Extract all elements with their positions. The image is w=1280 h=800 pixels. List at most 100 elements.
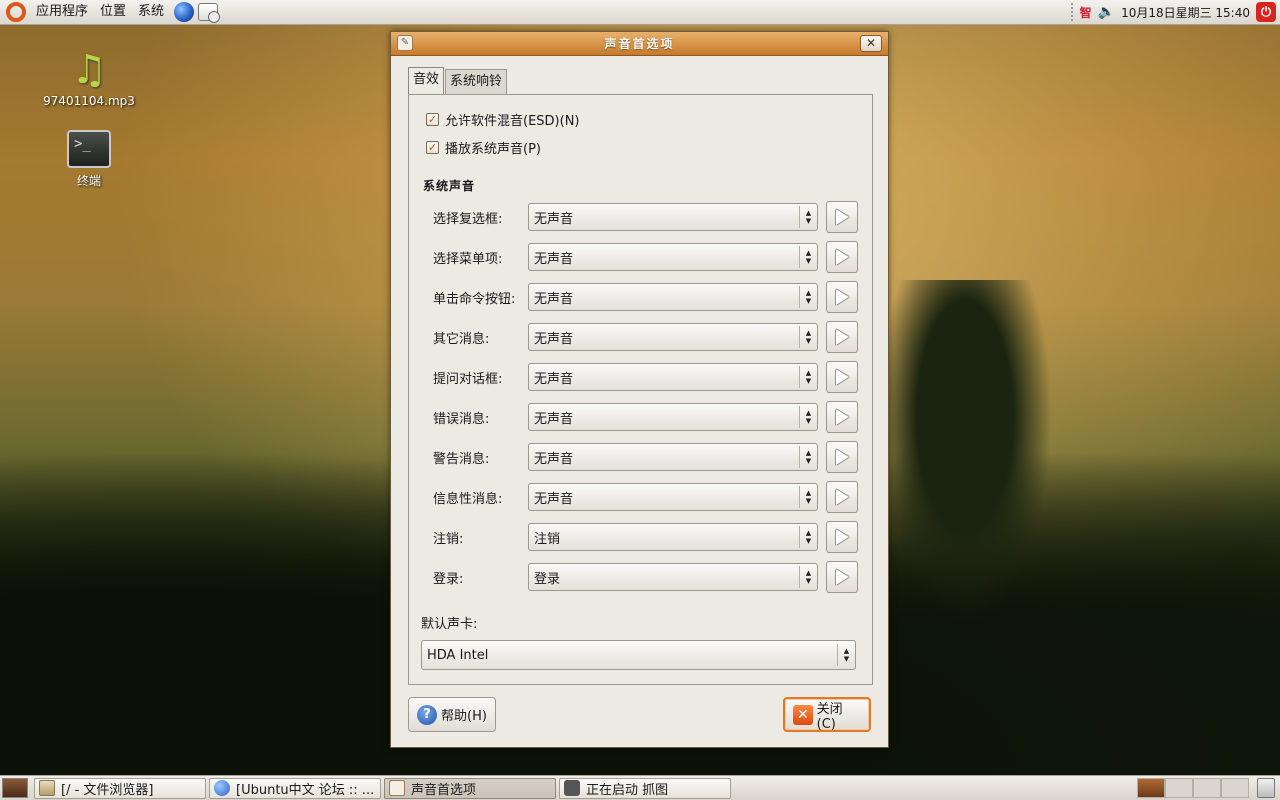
show-desktop-icon[interactable] [2, 778, 28, 798]
titlebar-close-button[interactable]: ✕ [860, 35, 882, 52]
play-icon [835, 369, 849, 385]
bottom-panel: [/ - 文件浏览器] [Ubuntu中文 论坛 :: ... 声音首选项 正在… [0, 775, 1280, 800]
help-icon: ? [417, 704, 437, 725]
dialog-titlebar[interactable]: ✎ 声音首选项 ✕ [391, 32, 888, 56]
input-method-icon[interactable]: 智 [1080, 4, 1092, 21]
play-button[interactable] [826, 241, 858, 273]
workspace-1[interactable] [1137, 778, 1165, 798]
sound-row: 选择复选框: 无声音 ▲ ▼ [433, 201, 858, 233]
menu-applications[interactable]: 应用程序 [30, 0, 94, 24]
workspace-4[interactable] [1221, 778, 1249, 798]
checkbox-label: 允许软件混音(ESD)(N) [445, 114, 580, 129]
task-file-browser[interactable]: [/ - 文件浏览器] [34, 777, 206, 799]
dialog-icon [389, 780, 405, 796]
folder-icon [39, 780, 55, 796]
select-value: 无声音 [534, 291, 574, 307]
power-icon[interactable]: ⏻ [1256, 2, 1276, 22]
help-button[interactable]: ? 帮助(H) [408, 697, 496, 732]
volume-icon[interactable]: 🔈 [1098, 4, 1115, 20]
sound-select[interactable]: 无声音 ▲ ▼ [528, 363, 818, 391]
sound-label: 信息性消息: [433, 491, 503, 507]
select-value: HDA Intel [427, 647, 489, 663]
select-value: 无声音 [534, 211, 574, 227]
select-value: 注销 [534, 531, 561, 547]
play-icon [835, 249, 849, 265]
spin-arrows-icon: ▲ ▼ [799, 326, 817, 348]
help-button-label: 帮助(H) [441, 709, 487, 724]
close-button[interactable]: ✕ 关闭(C) [783, 697, 871, 732]
sound-label: 选择菜单项: [433, 251, 503, 267]
sound-row: 提问对话框: 无声音 ▲ ▼ [433, 361, 858, 393]
play-system-sounds-checkbox[interactable]: ✓ [426, 141, 439, 154]
menu-system[interactable]: 系统 [132, 0, 170, 24]
sound-select[interactable]: 登录 ▲ ▼ [528, 563, 818, 591]
globe-icon [214, 780, 230, 796]
software-mixing-checkbox[interactable]: ✓ [426, 113, 439, 126]
tab-system-bell[interactable]: 系统响铃 [445, 69, 508, 94]
task-label: 声音首选项 [411, 782, 477, 798]
spin-arrows-icon: ▲ ▼ [837, 644, 855, 666]
play-button[interactable] [826, 281, 858, 313]
task-label: [Ubuntu中文 论坛 :: ... [236, 782, 375, 798]
workspace-3[interactable] [1193, 778, 1221, 798]
tab-sound-effects[interactable]: 音效 [408, 67, 445, 94]
ubuntu-logo-icon[interactable] [6, 2, 26, 22]
play-button[interactable] [826, 481, 858, 513]
mail-launcher-icon[interactable] [198, 3, 221, 23]
sound-select[interactable]: 注销 ▲ ▼ [528, 523, 818, 551]
sound-label: 单击命令按钮: [433, 291, 516, 307]
sound-label: 登录: [433, 571, 464, 587]
play-icon [835, 449, 849, 465]
default-card-select[interactable]: HDA Intel ▲ ▼ [421, 640, 856, 670]
tab-bar: 音效 系统响铃 [408, 67, 508, 94]
sound-select[interactable]: 无声音 ▲ ▼ [528, 283, 818, 311]
sound-label: 提问对话框: [433, 371, 503, 387]
top-panel: 应用程序 位置 系统 智 🔈 10月18日星期三 15:40 ⏻ [0, 0, 1280, 25]
sound-select[interactable]: 无声音 ▲ ▼ [528, 323, 818, 351]
workspace-2[interactable] [1165, 778, 1193, 798]
play-icon [835, 569, 849, 585]
task-browser[interactable]: [Ubuntu中文 论坛 :: ... [209, 777, 381, 799]
default-card-select-wrap: HDA Intel ▲ ▼ [421, 640, 856, 670]
web-browser-launcher-icon[interactable] [174, 2, 195, 22]
task-sound-preferences[interactable]: 声音首选项 [384, 777, 556, 799]
play-icon [835, 209, 849, 225]
sound-select[interactable]: 无声音 ▲ ▼ [528, 203, 818, 231]
sound-select[interactable]: 无声音 ▲ ▼ [528, 483, 818, 511]
clock[interactable]: 10月18日星期三 15:40 [1121, 4, 1250, 21]
checkbox-row-software-mixing[interactable]: ✓ 允许软件混音(ESD)(N) [426, 110, 580, 129]
window-menu-icon[interactable]: ✎ [397, 35, 413, 51]
sound-select[interactable]: 无声音 ▲ ▼ [528, 243, 818, 271]
play-icon [835, 329, 849, 345]
play-icon [835, 289, 849, 305]
sound-select[interactable]: 无声音 ▲ ▼ [528, 443, 818, 471]
desktop-icon-terminal[interactable]: >_ 终端 [34, 130, 144, 189]
play-button[interactable] [826, 561, 858, 593]
play-button[interactable] [826, 521, 858, 553]
menu-places[interactable]: 位置 [94, 0, 132, 24]
sound-label: 错误消息: [433, 411, 490, 427]
checkbox-row-play-system-sounds[interactable]: ✓ 播放系统声音(P) [426, 138, 541, 157]
task-screenshot[interactable]: 正在启动 抓图 [559, 777, 731, 799]
play-button[interactable] [826, 401, 858, 433]
select-value: 无声音 [534, 491, 574, 507]
play-button[interactable] [826, 321, 858, 353]
sound-select[interactable]: 无声音 ▲ ▼ [528, 403, 818, 431]
trash-icon[interactable] [1257, 778, 1275, 798]
workspace-switcher [1137, 778, 1249, 798]
system-tray: 智 🔈 10月18日星期三 15:40 ⏻ [1070, 2, 1280, 22]
spin-arrows-icon: ▲ ▼ [799, 366, 817, 388]
play-button[interactable] [826, 441, 858, 473]
sound-row: 注销: 注销 ▲ ▼ [433, 521, 858, 553]
spin-arrows-icon: ▲ ▼ [799, 206, 817, 228]
panel-separator [1070, 3, 1074, 21]
desktop-icon-mp3[interactable]: ♫ 97401104.mp3 [34, 46, 144, 108]
spin-arrows-icon: ▲ ▼ [799, 486, 817, 508]
checkbox-label: 播放系统声音(P) [445, 142, 541, 157]
camera-icon [564, 780, 580, 796]
play-button[interactable] [826, 361, 858, 393]
spin-arrows-icon: ▲ ▼ [799, 446, 817, 468]
terminal-icon: >_ [67, 130, 111, 168]
sound-row: 登录: 登录 ▲ ▼ [433, 561, 858, 593]
play-button[interactable] [826, 201, 858, 233]
